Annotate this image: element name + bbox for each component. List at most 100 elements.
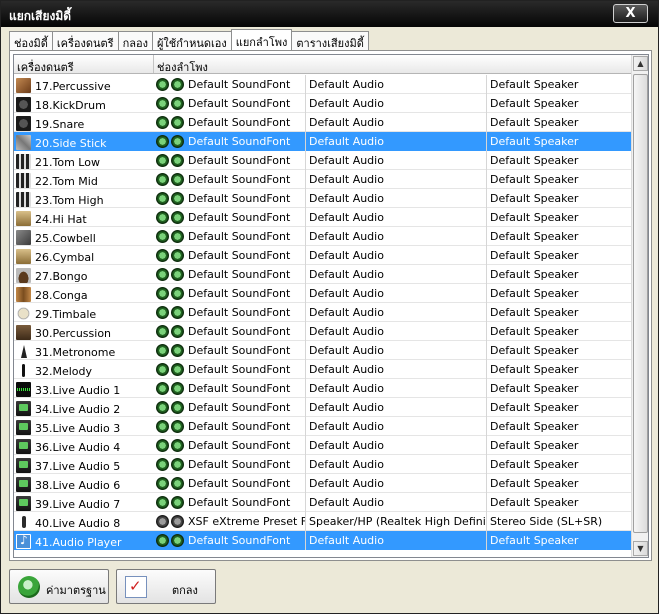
channel-status-led-icon[interactable] bbox=[156, 382, 169, 395]
channel-status-led-icon[interactable] bbox=[171, 268, 184, 281]
audio-device-cell[interactable]: Default Audio bbox=[307, 132, 487, 151]
soundfont-cell[interactable]: Default SoundFont bbox=[154, 360, 306, 379]
audio-device-cell[interactable]: Default Audio bbox=[307, 417, 487, 436]
channel-status-led-icon[interactable] bbox=[156, 249, 169, 262]
table-row[interactable]: 33.Live Audio 1 Default SoundFont Default … bbox=[14, 379, 631, 398]
table-row[interactable]: 38.Live Audio 6 Default SoundFont Default … bbox=[14, 474, 631, 493]
soundfont-cell[interactable]: XSF eXtreme Preset Ful bbox=[154, 512, 306, 531]
soundfont-cell[interactable]: Default SoundFont bbox=[154, 341, 306, 360]
channel-status-led-icon[interactable] bbox=[171, 154, 184, 167]
channel-status-led-icon[interactable] bbox=[156, 458, 169, 471]
table-row[interactable]: 36.Live Audio 4 Default SoundFont Default … bbox=[14, 436, 631, 455]
soundfont-cell[interactable]: Default SoundFont bbox=[154, 322, 306, 341]
channel-status-led-icon[interactable] bbox=[156, 344, 169, 357]
channel-status-led-icon[interactable] bbox=[156, 534, 169, 547]
scroll-down-arrow-icon[interactable]: ▼ bbox=[633, 541, 648, 556]
channel-status-led-icon[interactable] bbox=[171, 344, 184, 357]
channel-status-led-icon[interactable] bbox=[156, 496, 169, 509]
audio-device-cell[interactable]: Default Audio bbox=[307, 189, 487, 208]
close-button[interactable]: X bbox=[613, 4, 648, 23]
audio-device-cell[interactable]: Default Audio bbox=[307, 170, 487, 189]
speaker-cell[interactable]: Default Speaker bbox=[488, 474, 631, 493]
audio-device-cell[interactable]: Default Audio bbox=[307, 474, 487, 493]
soundfont-cell[interactable]: Default SoundFont bbox=[154, 417, 306, 436]
soundfont-cell[interactable]: Default SoundFont bbox=[154, 94, 306, 113]
channel-status-led-icon[interactable] bbox=[156, 173, 169, 186]
speaker-cell[interactable]: Default Speaker bbox=[488, 246, 631, 265]
table-row[interactable]: 21.Tom Low Default SoundFont Default Audio… bbox=[14, 151, 631, 170]
soundfont-cell[interactable]: Default SoundFont bbox=[154, 189, 306, 208]
speaker-cell[interactable]: Default Speaker bbox=[488, 170, 631, 189]
speaker-cell[interactable]: Default Speaker bbox=[488, 189, 631, 208]
channel-status-led-icon[interactable] bbox=[171, 420, 184, 433]
vertical-scrollbar[interactable]: ▲ ▼ bbox=[631, 55, 648, 557]
channel-status-led-icon[interactable] bbox=[156, 439, 169, 452]
table-row[interactable]: 41.Audio Player Default SoundFont Default … bbox=[14, 531, 631, 550]
soundfont-cell[interactable]: Default SoundFont bbox=[154, 531, 306, 550]
channel-status-led-icon[interactable] bbox=[171, 306, 184, 319]
soundfont-cell[interactable]: Default SoundFont bbox=[154, 265, 306, 284]
table-row[interactable]: 18.KickDrum Default SoundFont Default Audi… bbox=[14, 94, 631, 113]
audio-device-cell[interactable]: Default Audio bbox=[307, 360, 487, 379]
speaker-cell[interactable]: Default Speaker bbox=[488, 417, 631, 436]
table-row[interactable]: 23.Tom High Default SoundFont Default Audi… bbox=[14, 189, 631, 208]
channel-status-led-icon[interactable] bbox=[156, 401, 169, 414]
channel-status-led-icon[interactable] bbox=[171, 363, 184, 376]
audio-device-cell[interactable]: Speaker/HP (Realtek High Definition A bbox=[307, 512, 487, 531]
channel-status-led-icon[interactable] bbox=[156, 420, 169, 433]
audio-device-cell[interactable]: Default Audio bbox=[307, 341, 487, 360]
scroll-thumb[interactable] bbox=[633, 74, 648, 533]
audio-device-cell[interactable]: Default Audio bbox=[307, 75, 487, 94]
soundfont-cell[interactable]: Default SoundFont bbox=[154, 455, 306, 474]
speaker-cell[interactable]: Default Speaker bbox=[488, 436, 631, 455]
channel-status-led-icon[interactable] bbox=[156, 154, 169, 167]
table-row[interactable]: 37.Live Audio 5 Default SoundFont Default … bbox=[14, 455, 631, 474]
channel-status-led-icon[interactable] bbox=[171, 515, 184, 528]
channel-status-led-icon[interactable] bbox=[156, 192, 169, 205]
speaker-cell[interactable]: Default Speaker bbox=[488, 379, 631, 398]
speaker-cell[interactable]: Default Speaker bbox=[488, 322, 631, 341]
tab-2[interactable]: กลอง bbox=[117, 31, 153, 50]
channel-status-led-icon[interactable] bbox=[156, 306, 169, 319]
speaker-cell[interactable]: Default Speaker bbox=[488, 284, 631, 303]
channel-status-led-icon[interactable] bbox=[171, 287, 184, 300]
channel-status-led-icon[interactable] bbox=[156, 78, 169, 91]
audio-device-cell[interactable]: Default Audio bbox=[307, 493, 487, 512]
table-row[interactable]: 40.Live Audio 8 XSF eXtreme Preset Ful Spe… bbox=[14, 512, 631, 531]
audio-device-cell[interactable]: Default Audio bbox=[307, 246, 487, 265]
table-row[interactable]: 32.Melody Default SoundFont Default Audio D… bbox=[14, 360, 631, 379]
audio-device-cell[interactable]: Default Audio bbox=[307, 398, 487, 417]
speaker-cell[interactable]: Default Speaker bbox=[488, 151, 631, 170]
table-row[interactable]: 31.Metronome Default SoundFont Default Aud… bbox=[14, 341, 631, 360]
table-row[interactable]: 25.Cowbell Default SoundFont Default Audio… bbox=[14, 227, 631, 246]
speaker-cell[interactable]: Stereo Side (SL+SR) bbox=[488, 512, 631, 531]
tab-1[interactable]: เครื่องดนตรี bbox=[51, 31, 119, 50]
column-header-speaker-channel[interactable]: ช่องลำโพง bbox=[154, 55, 631, 74]
table-row[interactable]: 35.Live Audio 3 Default SoundFont Default … bbox=[14, 417, 631, 436]
tab-5[interactable]: ตารางเสียงมิดี้ bbox=[291, 31, 369, 50]
soundfont-cell[interactable]: Default SoundFont bbox=[154, 132, 306, 151]
speaker-cell[interactable]: Default Speaker bbox=[488, 132, 631, 151]
table-row[interactable]: 19.Snare Default SoundFont Default Audio De… bbox=[14, 113, 631, 132]
audio-device-cell[interactable]: Default Audio bbox=[307, 379, 487, 398]
audio-device-cell[interactable]: Default Audio bbox=[307, 227, 487, 246]
channel-status-led-icon[interactable] bbox=[171, 477, 184, 490]
speaker-cell[interactable]: Default Speaker bbox=[488, 94, 631, 113]
channel-status-led-icon[interactable] bbox=[171, 135, 184, 148]
channel-status-led-icon[interactable] bbox=[171, 249, 184, 262]
channel-status-led-icon[interactable] bbox=[171, 458, 184, 471]
soundfont-cell[interactable]: Default SoundFont bbox=[154, 436, 306, 455]
channel-status-led-icon[interactable] bbox=[156, 116, 169, 129]
tab-4[interactable]: แยกลำโพง bbox=[230, 29, 293, 50]
speaker-cell[interactable]: Default Speaker bbox=[488, 265, 631, 284]
speaker-cell[interactable]: Default Speaker bbox=[488, 493, 631, 512]
soundfont-cell[interactable]: Default SoundFont bbox=[154, 151, 306, 170]
restore-defaults-button[interactable]: ค่ามาตรฐาน bbox=[9, 569, 109, 604]
speaker-cell[interactable]: Default Speaker bbox=[488, 227, 631, 246]
speaker-cell[interactable]: Default Speaker bbox=[488, 360, 631, 379]
soundfont-cell[interactable]: Default SoundFont bbox=[154, 284, 306, 303]
table-row[interactable]: 29.Timbale Default SoundFont Default Audio… bbox=[14, 303, 631, 322]
channel-status-led-icon[interactable] bbox=[171, 496, 184, 509]
channel-status-led-icon[interactable] bbox=[156, 363, 169, 376]
soundfont-cell[interactable]: Default SoundFont bbox=[154, 170, 306, 189]
